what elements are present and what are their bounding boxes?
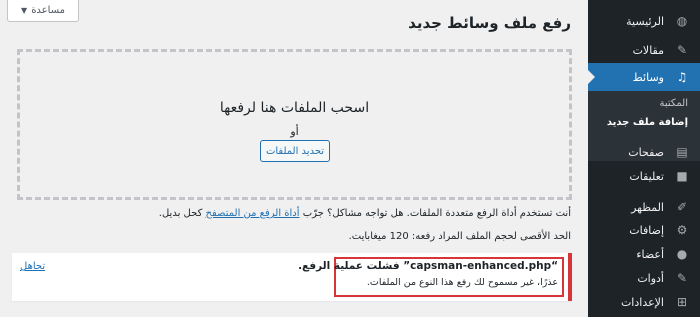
submenu-item-add-new[interactable]: إضافة ملف جديد bbox=[607, 117, 688, 128]
browser-uploader-link[interactable]: أداة الرفع من المتصفح bbox=[206, 208, 300, 219]
sidebar-item-posts[interactable]: ✎ مقالات bbox=[588, 36, 700, 64]
sidebar-item-dashboard[interactable]: ◍ الرئيسية bbox=[588, 7, 700, 35]
help-button[interactable]: مساعدة ▼ bbox=[7, 0, 79, 22]
pin-icon: ✎ bbox=[676, 43, 688, 57]
settings-icon: ⊞ bbox=[676, 295, 688, 309]
pages-icon: ▤ bbox=[676, 145, 688, 159]
page-title: رفع ملف وسائط جديد bbox=[408, 14, 571, 32]
max-upload-size: الحد الأقصى لحجم الملف المراد رفعه: 120 … bbox=[348, 231, 571, 242]
comments-icon: ■ bbox=[676, 169, 688, 183]
active-menu-arrow bbox=[587, 69, 595, 85]
select-files-button[interactable]: تحديد الملفات bbox=[260, 140, 330, 162]
users-icon: ● bbox=[676, 247, 688, 261]
sidebar-item-media[interactable]: ♫ وسائط bbox=[588, 63, 700, 91]
media-icon: ♫ bbox=[676, 70, 688, 84]
dismiss-link[interactable]: تجاهل bbox=[20, 261, 45, 272]
main-content: مساعدة ▼ رفع ملف وسائط جديد اسحب الملفات… bbox=[0, 0, 588, 317]
drop-zone-title: اسحب الملفات هنا لرفعها bbox=[219, 100, 370, 116]
uploader-info: أنت تستخدم أداة الرفع متعددة الملفات. هل… bbox=[158, 208, 571, 219]
error-title: “capsman-enhanced.php” فشلت عملية الرفع. bbox=[298, 260, 558, 272]
dashboard-icon: ◍ bbox=[676, 14, 688, 28]
caret-down-icon: ▼ bbox=[21, 6, 28, 15]
sidebar-item-settings[interactable]: ⊞ الإعدادات bbox=[588, 288, 700, 316]
tools-icon: ✎ bbox=[676, 271, 688, 285]
upload-drop-zone[interactable]: اسحب الملفات هنا لرفعها أو تحديد الملفات bbox=[17, 49, 572, 200]
plugins-icon: ⚙ bbox=[676, 223, 688, 237]
upload-error-notice: “capsman-enhanced.php” فشلت عملية الرفع.… bbox=[12, 253, 572, 301]
drop-zone-or: أو bbox=[290, 125, 299, 138]
submenu-item-library[interactable]: المكتبة bbox=[659, 98, 688, 109]
appearance-icon: ✐ bbox=[676, 200, 688, 214]
sidebar-item-comments[interactable]: ■ تعليقات bbox=[588, 162, 700, 190]
admin-sidebar: ◍ الرئيسية ✎ مقالات ♫ وسائط المكتبة إضاف… bbox=[587, 0, 700, 317]
error-message: عذرًا، غير مسموح لك رفع هذا النوع من الم… bbox=[366, 277, 558, 288]
